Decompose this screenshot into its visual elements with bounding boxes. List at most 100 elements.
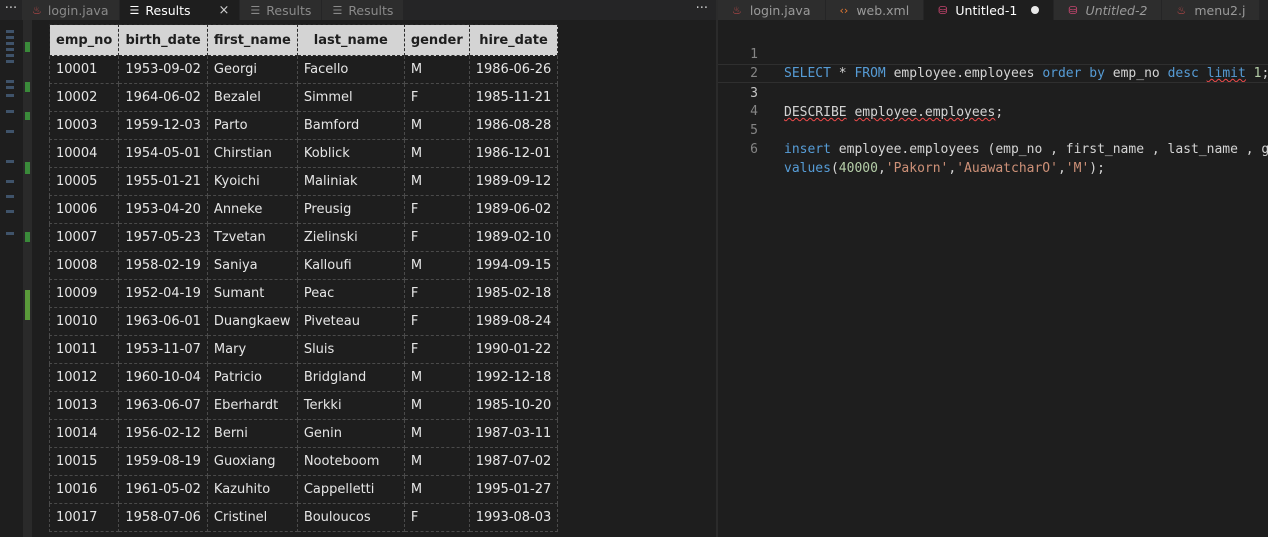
table-cell[interactable]: M: [403, 391, 470, 420]
table-cell[interactable]: Parto: [206, 111, 298, 140]
table-row[interactable]: 10010 1963-06-01 Duangkaew Piveteau F 1989-08…: [48, 307, 559, 336]
table-cell[interactable]: 1957-05-23: [118, 223, 208, 252]
column-header-birth-date[interactable]: birth_date: [118, 24, 208, 56]
table-cell[interactable]: Maliniak: [296, 167, 405, 196]
table-cell[interactable]: Genin: [296, 419, 405, 448]
table-cell[interactable]: Facello: [296, 55, 405, 84]
table-cell[interactable]: Koblick: [296, 139, 405, 168]
table-cell[interactable]: 1959-12-03: [118, 111, 208, 140]
table-cell[interactable]: M: [403, 363, 470, 392]
table-cell[interactable]: 10015: [48, 447, 120, 476]
table-cell[interactable]: 10010: [48, 307, 120, 336]
table-row[interactable]: 10014 1956-02-12 Berni Genin M 1987-03-11: [48, 419, 559, 448]
table-cell[interactable]: 1989-06-02: [468, 195, 559, 224]
table-cell[interactable]: F: [403, 279, 470, 308]
table-cell[interactable]: 10009: [48, 279, 120, 308]
table-cell[interactable]: Simmel: [296, 83, 405, 112]
table-cell[interactable]: 10011: [48, 335, 120, 364]
table-cell[interactable]: Eberhardt: [206, 391, 298, 420]
tab-untitled-2[interactable]: ⛁ Untitled-2: [1054, 0, 1163, 20]
table-cell[interactable]: 1989-02-10: [468, 223, 559, 252]
column-header-emp-no[interactable]: emp_no: [48, 24, 120, 56]
table-cell[interactable]: F: [403, 307, 470, 336]
table-row[interactable]: 10015 1959-08-19 Guoxiang Nooteboom M 1987-07…: [48, 447, 559, 476]
tab-results-3[interactable]: ☰ Results: [322, 0, 405, 20]
table-cell[interactable]: 1958-07-06: [118, 503, 208, 532]
column-header-gender[interactable]: gender: [403, 24, 470, 56]
table-cell[interactable]: Bamford: [296, 111, 405, 140]
table-cell[interactable]: M: [403, 55, 470, 84]
table-cell[interactable]: 1954-05-01: [118, 139, 208, 168]
code-line-5[interactable]: 5 insert employee.employees (emp_no , fi…: [718, 102, 1268, 157]
table-row[interactable]: 10006 1953-04-20 Anneke Preusig F 1989-06-02: [48, 195, 559, 224]
table-row[interactable]: 10003 1959-12-03 Parto Bamford M 1986-08-28: [48, 111, 559, 140]
table-cell[interactable]: M: [403, 447, 470, 476]
minimap[interactable]: [0, 20, 22, 537]
table-cell[interactable]: Berni: [206, 419, 298, 448]
code-line-2[interactable]: 2: [718, 45, 1268, 81]
table-cell[interactable]: Kalloufi: [296, 251, 405, 280]
table-cell[interactable]: Cristinel: [206, 503, 298, 532]
more-actions-icon[interactable]: ···: [696, 0, 708, 20]
table-cell[interactable]: F: [403, 335, 470, 364]
code-line-6[interactable]: 6 values(40000,'Pakorn','AuawatcharO','M…: [718, 121, 1268, 176]
table-cell[interactable]: 1952-04-19: [118, 279, 208, 308]
table-row[interactable]: 10009 1952-04-19 Sumant Peac F 1985-02-18: [48, 279, 559, 308]
table-cell[interactable]: 10005: [48, 167, 120, 196]
table-cell[interactable]: 1987-07-02: [468, 447, 559, 476]
table-cell[interactable]: M: [403, 251, 470, 280]
column-header-first-name[interactable]: first_name: [206, 24, 298, 56]
tab-results-active[interactable]: ☰ Results ×: [119, 0, 241, 20]
table-cell[interactable]: Chirstian: [206, 139, 298, 168]
tab-untitled-1[interactable]: ⛁ Untitled-1: [924, 0, 1055, 20]
table-cell[interactable]: F: [403, 223, 470, 252]
table-cell[interactable]: Guoxiang: [206, 447, 298, 476]
table-cell[interactable]: Patricio: [206, 363, 298, 392]
table-row[interactable]: 10017 1958-07-06 Cristinel Bouloucos F 1993-0…: [48, 503, 559, 532]
table-cell[interactable]: 1956-02-12: [118, 419, 208, 448]
table-cell[interactable]: 1953-09-02: [118, 55, 208, 84]
table-cell[interactable]: 1986-08-28: [468, 111, 559, 140]
table-cell[interactable]: Bouloucos: [296, 503, 405, 532]
tab-login-java[interactable]: ♨ login.java: [718, 0, 826, 20]
table-cell[interactable]: 1985-11-21: [468, 83, 559, 112]
table-row[interactable]: 10016 1961-05-02 Kazuhito Cappelletti M 1995-…: [48, 475, 559, 504]
code-editor[interactable]: 1 SELECT * FROM employee.employees order…: [718, 20, 1268, 537]
table-cell[interactable]: Bridgland: [296, 363, 405, 392]
table-cell[interactable]: 1986-12-01: [468, 139, 559, 168]
table-cell[interactable]: M: [403, 111, 470, 140]
table-cell[interactable]: Sumant: [206, 279, 298, 308]
table-cell[interactable]: Sluis: [296, 335, 405, 364]
table-cell[interactable]: 1992-12-18: [468, 363, 559, 392]
table-cell[interactable]: 10012: [48, 363, 120, 392]
table-cell[interactable]: 1959-08-19: [118, 447, 208, 476]
table-cell[interactable]: 1995-01-27: [468, 475, 559, 504]
table-cell[interactable]: 10001: [48, 55, 120, 84]
table-row[interactable]: 10011 1953-11-07 Mary Sluis F 1990-01-22: [48, 335, 559, 364]
table-cell[interactable]: Kazuhito: [206, 475, 298, 504]
tab-login-java-left[interactable]: ♨ login.java: [22, 0, 120, 20]
table-cell[interactable]: 10014: [48, 419, 120, 448]
table-cell[interactable]: 1953-11-07: [118, 335, 208, 364]
table-cell[interactable]: M: [403, 167, 470, 196]
table-cell[interactable]: 10008: [48, 251, 120, 280]
code-line-1[interactable]: 1 SELECT * FROM employee.employees order…: [718, 26, 1268, 81]
unsaved-dot-icon[interactable]: [1031, 6, 1040, 14]
table-cell[interactable]: 1961-05-02: [118, 475, 208, 504]
table-cell[interactable]: Cappelletti: [296, 475, 405, 504]
table-cell[interactable]: M: [403, 419, 470, 448]
table-cell[interactable]: 1985-10-20: [468, 391, 559, 420]
table-cell[interactable]: Bezalel: [206, 83, 298, 112]
scrollbar[interactable]: [23, 20, 32, 537]
table-cell[interactable]: Anneke: [206, 195, 298, 224]
table-cell[interactable]: 1955-01-21: [118, 167, 208, 196]
close-icon[interactable]: ×: [219, 3, 230, 18]
table-cell[interactable]: 10013: [48, 391, 120, 420]
table-cell[interactable]: M: [403, 475, 470, 504]
table-cell[interactable]: 1963-06-07: [118, 391, 208, 420]
table-cell[interactable]: Georgi: [206, 55, 298, 84]
tab-results-2[interactable]: ☰ Results: [240, 0, 323, 20]
column-header-last-name[interactable]: last_name: [296, 24, 405, 56]
table-cell[interactable]: Nooteboom: [296, 447, 405, 476]
table-cell[interactable]: Kyoichi: [206, 167, 298, 196]
